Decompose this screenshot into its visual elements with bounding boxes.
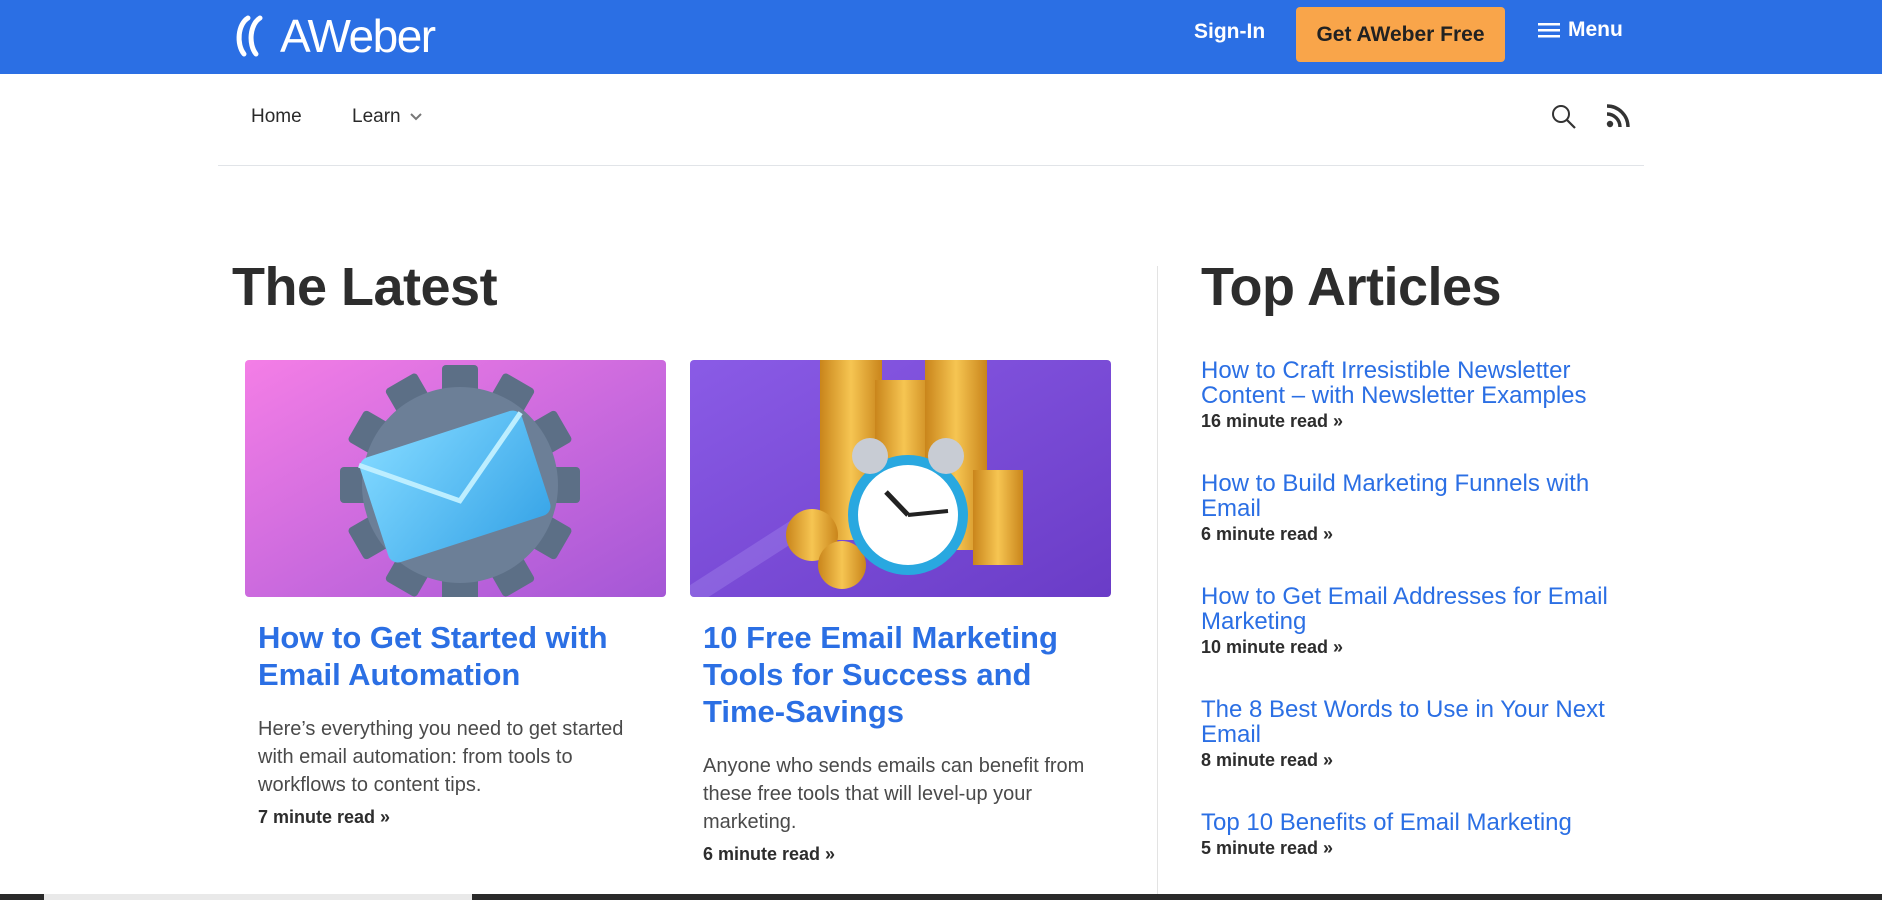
nav-learn-label: Learn [352,106,401,127]
column-divider [1157,266,1158,900]
read-more-link[interactable]: 6 minute read » [703,844,1098,865]
secondary-nav: Home Learn [218,74,1644,166]
aweber-logo-mark [236,15,263,57]
top-articles-heading: Top Articles [1201,257,1502,317]
rss-icon[interactable] [1604,102,1632,130]
sign-in-link[interactable]: Sign-In [1194,20,1265,44]
top-article-link[interactable]: How to Get Email Addresses for Email Mar… [1201,584,1631,634]
list-item: How to Build Marketing Funnels with Emai… [1201,471,1631,545]
menu-button[interactable]: Menu [1538,18,1623,42]
top-article-link[interactable]: Top 10 Benefits of Email Marketing [1201,810,1631,835]
top-header: AWeber Sign-In Get AWeber Free Menu [0,0,1882,74]
read-more-link[interactable]: 5 minute read » [1201,838,1631,859]
bottom-edge-strip [0,894,1882,900]
list-item: How to Craft Irresistible Newsletter Con… [1201,358,1631,432]
email-gear-illustration[interactable] [245,360,666,597]
alarm-clock-coins-illustration[interactable] [690,360,1111,597]
read-more-link[interactable]: 10 minute read » [1201,637,1631,658]
list-item: The 8 Best Words to Use in Your Next Ema… [1201,697,1631,771]
hamburger-icon [1538,23,1560,38]
logo-wordmark: AWeber [280,10,436,62]
read-more-link[interactable]: 7 minute read » [258,807,653,828]
aweber-logo[interactable]: AWeber [232,10,436,62]
article-card-title[interactable]: How to Get Started with Email Automation [258,619,653,693]
top-articles-list: How to Craft Irresistible Newsletter Con… [1201,358,1631,898]
article-card-description: Anyone who sends emails can benefit from… [703,755,1085,833]
get-aweber-free-button[interactable]: Get AWeber Free [1296,7,1505,62]
top-article-link[interactable]: The 8 Best Words to Use in Your Next Ema… [1201,697,1631,747]
article-card[interactable]: How to Get Started with Email Automation… [245,360,666,828]
article-card-title[interactable]: 10 Free Email Marketing Tools for Succes… [703,619,1098,730]
menu-label: Menu [1568,18,1623,41]
search-icon[interactable] [1549,102,1579,132]
read-more-link[interactable]: 8 minute read » [1201,750,1631,771]
article-card[interactable]: 10 Free Email Marketing Tools for Succes… [690,360,1111,865]
top-article-link[interactable]: How to Build Marketing Funnels with Emai… [1201,471,1631,521]
latest-heading: The Latest [232,257,498,317]
chevron-down-icon [409,113,422,121]
nav-home-link[interactable]: Home [251,106,302,128]
list-item: How to Get Email Addresses for Email Mar… [1201,584,1631,658]
read-more-link[interactable]: 6 minute read » [1201,524,1631,545]
list-item: Top 10 Benefits of Email Marketing 5 min… [1201,810,1631,859]
top-article-link[interactable]: How to Craft Irresistible Newsletter Con… [1201,358,1631,408]
nav-learn-dropdown[interactable]: Learn [352,106,423,128]
read-more-link[interactable]: 16 minute read » [1201,411,1631,432]
article-card-description: Here’s everything you need to get starte… [258,718,624,796]
